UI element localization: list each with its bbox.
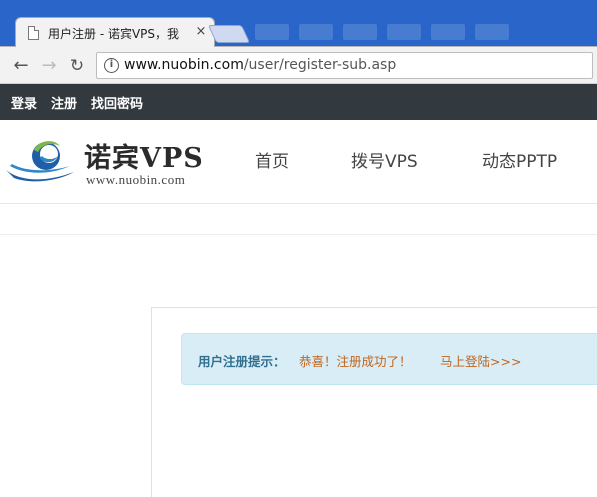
site-logo[interactable]: 诺宾VPS www.nuobin.com: [4, 134, 209, 190]
nav-dial-vps[interactable]: 拨号VPS: [351, 147, 418, 172]
bookmarks-area: [255, 24, 509, 42]
browser-toolbar: ← → ↻ i www.nuobin.com/user/register-sub…: [0, 47, 597, 84]
site-header: 诺宾VPS www.nuobin.com 首页 拨号VPS 动态PPTP: [0, 120, 597, 204]
bookmark-item[interactable]: [475, 24, 509, 40]
info-icon[interactable]: i: [104, 58, 119, 73]
reload-icon[interactable]: ↻: [66, 55, 88, 77]
nav-dynamic-pptp[interactable]: 动态PPTP: [482, 147, 557, 172]
close-icon[interactable]: ×: [194, 24, 208, 40]
logo-url: www.nuobin.com: [86, 172, 186, 187]
recover-password-link[interactable]: 找回密码: [91, 93, 143, 112]
bookmark-item[interactable]: [387, 24, 421, 40]
browser-tab-active[interactable]: 用户注册 - 诺宾VPS，我 ×: [15, 17, 215, 48]
back-arrow-icon[interactable]: ←: [10, 55, 32, 77]
bookmark-item[interactable]: [255, 24, 289, 40]
notice-message: 恭喜！注册成功了！: [299, 354, 412, 369]
browser-tabstrip: 用户注册 - 诺宾VPS，我 ×: [0, 0, 597, 48]
divider: [0, 234, 597, 235]
nav-home[interactable]: 首页: [255, 147, 289, 172]
login-now-link[interactable]: 马上登陆>>>: [440, 351, 521, 370]
forward-arrow-icon[interactable]: →: [38, 55, 60, 77]
register-link[interactable]: 注册: [51, 93, 77, 112]
address-bar[interactable]: i www.nuobin.com/user/register-sub.asp: [96, 52, 593, 79]
notice-label: 用户注册提示：: [198, 354, 286, 369]
login-link[interactable]: 登录: [11, 93, 37, 112]
tab-title: 用户注册 - 诺宾VPS，我: [48, 27, 180, 41]
bookmark-item[interactable]: [431, 24, 465, 40]
url-text[interactable]: www.nuobin.com/user/register-sub.asp: [124, 57, 396, 73]
logo-swirl-icon: [6, 141, 74, 182]
logo-title: 诺宾VPS: [84, 143, 204, 174]
bookmark-item[interactable]: [299, 24, 333, 40]
new-tab-button[interactable]: [207, 25, 251, 43]
page-icon: [28, 26, 39, 40]
url-host: www.nuobin.com: [124, 57, 244, 73]
registration-notice: 用户注册提示： 恭喜！注册成功了！ 马上登陆>>>: [181, 333, 597, 385]
top-link-bar: 登录 注册 找回密码: [0, 84, 597, 120]
page-content: 登录 注册 找回密码 诺宾VPS www.nuobin.com 首页 拨号VPS…: [0, 84, 597, 497]
content-panel: 用户注册提示： 恭喜！注册成功了！ 马上登陆>>>: [151, 307, 597, 497]
url-path: /user/register-sub.asp: [243, 57, 397, 73]
bookmark-item[interactable]: [343, 24, 377, 40]
